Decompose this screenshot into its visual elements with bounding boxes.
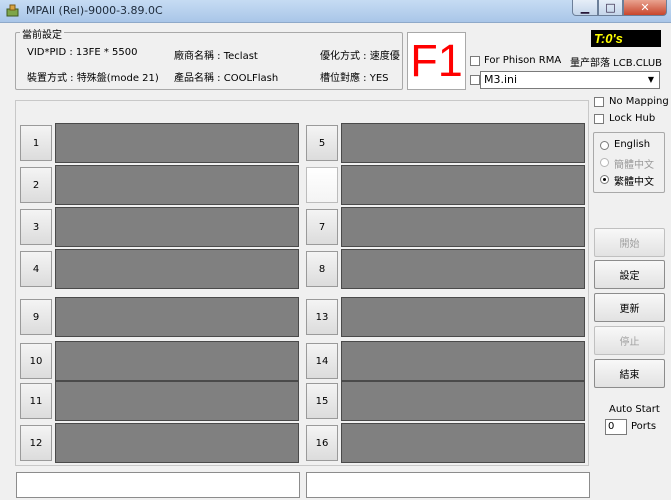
english-label: English [614,139,651,150]
port-button-5[interactable]: 5 [306,125,338,161]
phison-rma-label: For Phison RMA [484,55,562,66]
port-progress-bar [55,297,299,337]
current-settings-group: 當前設定 VID*PID : 13FE * 5500 廠商名稱 : Teclas… [15,26,403,90]
update-button[interactable]: 更新 [594,293,665,322]
ini-select[interactable]: M3.ini ▼ [480,71,660,89]
port-button-11[interactable]: 11 [20,383,52,419]
maximize-button[interactable]: □ [598,0,623,16]
f1-indicator: F1 [407,32,466,90]
port-progress-bar [341,381,585,421]
product-name-info: 產品名稱 : COOLFlash [174,73,279,84]
phison-rma-checkbox[interactable] [470,56,480,66]
port-button-14[interactable]: 14 [306,343,338,379]
lock-hub-checkbox[interactable] [594,114,604,124]
port-progress-bar [55,165,299,205]
simplified-chinese-radio[interactable] [600,158,609,167]
install-mode-info: 裝置方式 : 特殊盤(mode 21) [27,73,159,84]
port-button-blank[interactable] [306,167,338,203]
stop-button[interactable]: 停止 [594,326,665,355]
current-settings-legend: 當前設定 [20,26,64,41]
traditional-chinese-label: 繁體中文 [614,177,654,188]
chevron-down-icon[interactable]: ▼ [645,74,657,86]
window-controls: ▁ □ ✕ [572,0,667,18]
port-progress-bar [341,165,585,205]
ports-panel: 1 2 3 4 9 10 11 12 5 7 8 13 14 15 16 [15,100,589,466]
english-radio[interactable] [600,141,609,150]
app-icon [6,4,19,17]
minimize-button[interactable]: ▁ [572,0,598,16]
port-progress-bar [341,123,585,163]
port-button-13[interactable]: 13 [306,299,338,335]
port-button-10[interactable]: 10 [20,343,52,379]
port-button-12[interactable]: 12 [20,425,52,461]
simplified-chinese-label: 簡體中文 [614,160,654,171]
start-button[interactable]: 開始 [594,228,665,257]
optimize-mode-info: 優化方式 : 速度優 [320,51,400,62]
port-button-1[interactable]: 1 [20,125,52,161]
status-box-right [306,472,590,498]
ini-select-value: M3.ini [484,73,518,86]
close-button[interactable]: ✕ [623,0,667,16]
port-button-2[interactable]: 2 [20,167,52,203]
port-progress-bar [55,123,299,163]
auto-start-ports-input[interactable]: 0 [605,419,627,435]
port-button-15[interactable]: 15 [306,383,338,419]
port-progress-bar [55,207,299,247]
port-progress-bar [55,341,299,381]
port-progress-bar [55,423,299,463]
ports-label: Ports [631,421,657,432]
port-progress-bar [341,341,585,381]
exit-button[interactable]: 結束 [594,359,665,388]
port-progress-bar [55,249,299,289]
port-button-9[interactable]: 9 [20,299,52,335]
no-mapping-label: No Mapping [609,96,669,107]
port-button-16[interactable]: 16 [306,425,338,461]
traditional-chinese-radio[interactable] [600,175,609,184]
slot-mapping-info: 槽位對應 : YES [320,73,389,84]
port-button-8[interactable]: 8 [306,251,338,287]
port-progress-bar [341,297,585,337]
port-progress-bar [341,207,585,247]
title-bar[interactable]: MPAll (Rel)-9000-3.89.0C ▁ □ ✕ [0,0,671,23]
no-mapping-checkbox[interactable] [594,97,604,107]
vid-pid-info: VID*PID : 13FE * 5500 [27,47,138,58]
status-box-left [16,472,300,498]
timer-display: T:0's [591,30,661,47]
window-title: MPAll (Rel)-9000-3.89.0C [26,4,163,17]
vendor-name-info: 廠商名稱 : Teclast [174,51,258,62]
language-group: English 簡體中文 繁體中文 [593,132,665,193]
auto-start-label: Auto Start [609,404,660,415]
port-button-3[interactable]: 3 [20,209,52,245]
brand-label: 量产部落 LCB.CLUB [570,58,663,69]
ini-checkbox[interactable] [470,75,480,85]
port-button-7[interactable]: 7 [306,209,338,245]
port-progress-bar [341,249,585,289]
port-progress-bar [341,423,585,463]
lock-hub-label: Lock Hub [609,113,656,124]
port-progress-bar [55,381,299,421]
port-button-4[interactable]: 4 [20,251,52,287]
settings-button[interactable]: 設定 [594,260,665,289]
app-window: MPAll (Rel)-9000-3.89.0C ▁ □ ✕ 當前設定 VID*… [0,0,671,500]
